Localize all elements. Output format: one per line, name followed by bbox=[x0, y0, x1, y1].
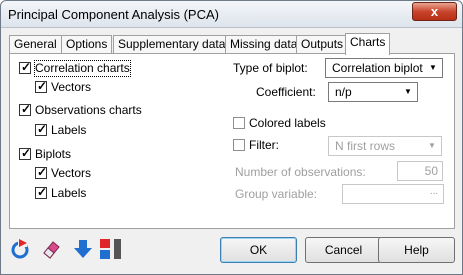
help-button[interactable]: Help bbox=[378, 237, 455, 263]
biplot-labels-checkbox[interactable]: ✓ bbox=[35, 185, 47, 199]
observations-labels-label: Labels bbox=[51, 123, 87, 137]
filter-select[interactable]: N first rows ▼ bbox=[328, 136, 442, 156]
group-variable-input[interactable]: ... bbox=[342, 184, 444, 204]
type-of-biplot-label: Type of biplot: bbox=[233, 61, 308, 75]
coefficient-label: Coefficient: bbox=[256, 85, 316, 99]
reset-icon[interactable] bbox=[10, 238, 30, 260]
chevron-down-icon[interactable]: ▼ bbox=[425, 60, 441, 76]
close-button[interactable]: x bbox=[412, 2, 457, 21]
correlation-vectors-label: Vectors bbox=[51, 80, 92, 94]
chevron-down-icon[interactable]: ▼ bbox=[400, 84, 416, 100]
tab-options[interactable]: Options bbox=[61, 35, 113, 54]
correlation-charts-label: Correlation charts bbox=[34, 60, 131, 77]
group-variable-label: Group variable: bbox=[235, 187, 318, 201]
number-of-observations-input[interactable]: 50 bbox=[397, 161, 443, 181]
observations-labels-checkbox[interactable]: ✓ bbox=[35, 122, 47, 136]
biplot-vectors-label: Vectors bbox=[51, 166, 92, 180]
correlation-charts-checkbox[interactable]: ✓ bbox=[19, 60, 31, 74]
filter-label: Filter: bbox=[249, 138, 279, 152]
coefficient-select[interactable]: n/p ▼ bbox=[328, 82, 418, 102]
biplot-vectors-checkbox[interactable]: ✓ bbox=[35, 165, 47, 179]
type-of-biplot-select[interactable]: Correlation biplot ▼ bbox=[325, 58, 443, 78]
colored-labels-checkbox[interactable] bbox=[233, 117, 245, 129]
tab-general[interactable]: General bbox=[9, 35, 62, 54]
title-bar[interactable]: Principal Component Analysis (PCA) x bbox=[1, 1, 462, 28]
download-arrow-icon[interactable] bbox=[73, 238, 93, 260]
tab-missing-data[interactable]: Missing data bbox=[225, 35, 303, 54]
biplot-labels-label: Labels bbox=[51, 186, 87, 200]
charts-tab-panel: ✓ Correlation charts ✓ Vectors ✓ Observa… bbox=[9, 53, 455, 229]
filter-value: N first rows bbox=[335, 139, 395, 153]
observations-charts-label: Observations charts bbox=[35, 103, 142, 117]
observations-charts-checkbox[interactable]: ✓ bbox=[19, 102, 31, 116]
pca-dialog-window: Principal Component Analysis (PCA) x Gen… bbox=[0, 0, 463, 275]
correlation-vectors-checkbox[interactable]: ✓ bbox=[35, 79, 47, 93]
tab-outputs[interactable]: Outputs bbox=[296, 35, 349, 54]
cancel-button[interactable]: Cancel bbox=[305, 237, 382, 263]
number-of-observations-label: Number of observations: bbox=[235, 165, 366, 179]
tab-strip: General Options Supplementary data Missi… bbox=[9, 33, 455, 55]
colored-labels-label: Colored labels bbox=[249, 116, 326, 130]
biplots-checkbox[interactable]: ✓ bbox=[19, 146, 31, 160]
group-variable-browse-button[interactable]: ... bbox=[426, 186, 442, 202]
coefficient-value: n/p bbox=[335, 85, 352, 99]
toggle-icon[interactable] bbox=[99, 238, 127, 260]
biplots-label: Biplots bbox=[35, 147, 72, 161]
chevron-down-icon[interactable]: ▼ bbox=[424, 138, 440, 154]
window-title: Principal Component Analysis (PCA) bbox=[8, 7, 219, 22]
tab-charts[interactable]: Charts bbox=[345, 33, 391, 55]
eraser-icon[interactable] bbox=[41, 238, 61, 260]
ok-button[interactable]: OK bbox=[220, 237, 297, 263]
filter-checkbox[interactable] bbox=[233, 139, 245, 151]
type-of-biplot-value: Correlation biplot bbox=[332, 61, 423, 75]
tab-supplementary-data[interactable]: Supplementary data bbox=[113, 35, 231, 54]
